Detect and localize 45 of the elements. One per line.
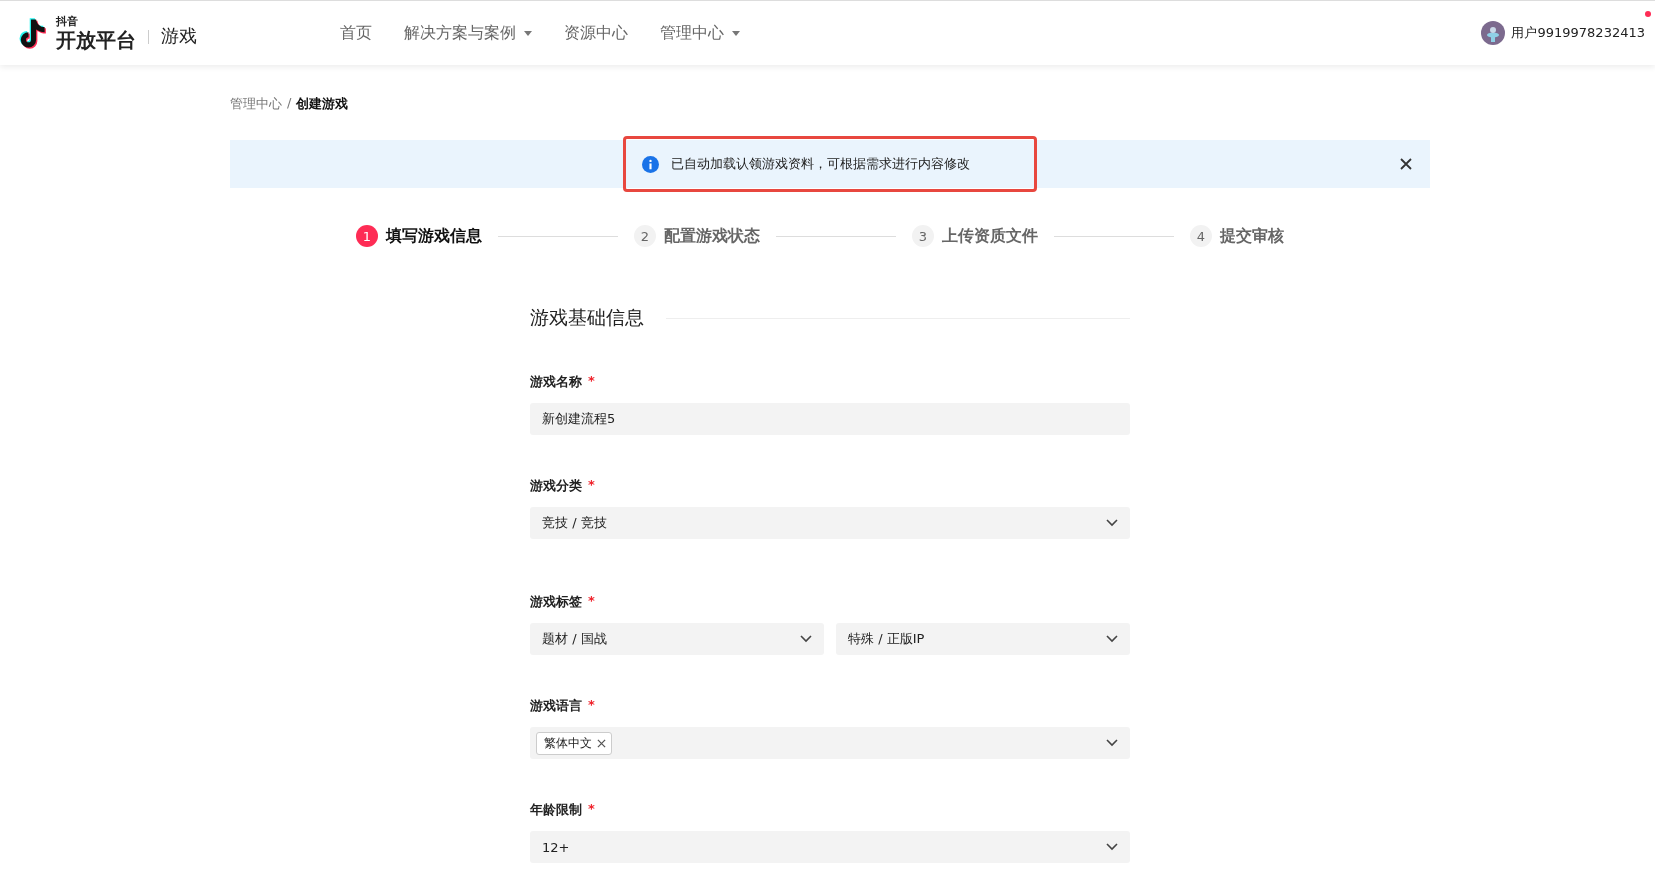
- step-item: 2 配置游戏状态: [634, 225, 760, 247]
- multi-select-field[interactable]: 繁体中文: [530, 727, 1130, 759]
- required-mark: *: [588, 593, 595, 610]
- required-mark: *: [588, 697, 595, 714]
- chevron-down-icon: [1106, 843, 1118, 851]
- close-icon[interactable]: [1400, 158, 1412, 170]
- nav-link[interactable]: 解决方案与案例: [404, 22, 532, 44]
- section-name: 游戏: [161, 24, 197, 48]
- field-label: 游戏语言: [530, 697, 582, 715]
- remove-icon[interactable]: [597, 738, 606, 748]
- required-mark: *: [588, 477, 595, 494]
- breadcrumb-separator: /: [287, 95, 292, 112]
- banner-message: 已自动加载认领游戏资料，可根据需求进行内容修改: [671, 155, 970, 173]
- required-mark: *: [588, 373, 595, 390]
- nav-link[interactable]: 资源中心: [564, 22, 628, 44]
- caret-icon: [524, 30, 532, 36]
- select-field[interactable]: 特殊 / 正版IP: [836, 623, 1130, 655]
- section-title: 游戏基础信息: [530, 305, 644, 330]
- user-name[interactable]: 用户9919978232413: [1511, 24, 1645, 42]
- step-item: 4 提交审核: [1190, 225, 1284, 247]
- nav-link[interactable]: 首页: [340, 22, 372, 44]
- breadcrumb-item[interactable]: 管理中心: [230, 95, 282, 113]
- field-label: 年龄限制: [530, 801, 582, 819]
- step-item: 3 上传资质文件: [912, 225, 1038, 247]
- select-field[interactable]: 竞技 / 竞技: [530, 507, 1130, 539]
- user-avatar-icon[interactable]: [1481, 21, 1506, 45]
- select-field[interactable]: 题材 / 国战: [530, 623, 824, 655]
- logo-subtitle: 抖音: [56, 16, 79, 27]
- chevron-down-icon: [1106, 739, 1118, 747]
- nav-link[interactable]: 管理中心: [660, 22, 740, 44]
- field-label: 游戏名称: [530, 373, 582, 391]
- required-mark: *: [588, 801, 595, 818]
- breadcrumb-item: 创建游戏: [296, 95, 349, 113]
- select-field[interactable]: 12+: [530, 831, 1130, 863]
- chevron-down-icon: [1106, 635, 1118, 643]
- info-icon: [642, 155, 659, 173]
- logo-title: 开放平台: [56, 30, 136, 50]
- chevron-down-icon: [800, 635, 812, 643]
- chevron-down-icon: [1106, 519, 1118, 527]
- tag-label: 繁体中文: [544, 734, 592, 752]
- field-label: 游戏标签: [530, 593, 582, 611]
- step-item: 1 填写游戏信息: [356, 225, 482, 247]
- input-field[interactable]: 新创建流程5: [530, 403, 1130, 435]
- field-label: 游戏分类: [530, 477, 582, 495]
- caret-icon: [732, 30, 740, 36]
